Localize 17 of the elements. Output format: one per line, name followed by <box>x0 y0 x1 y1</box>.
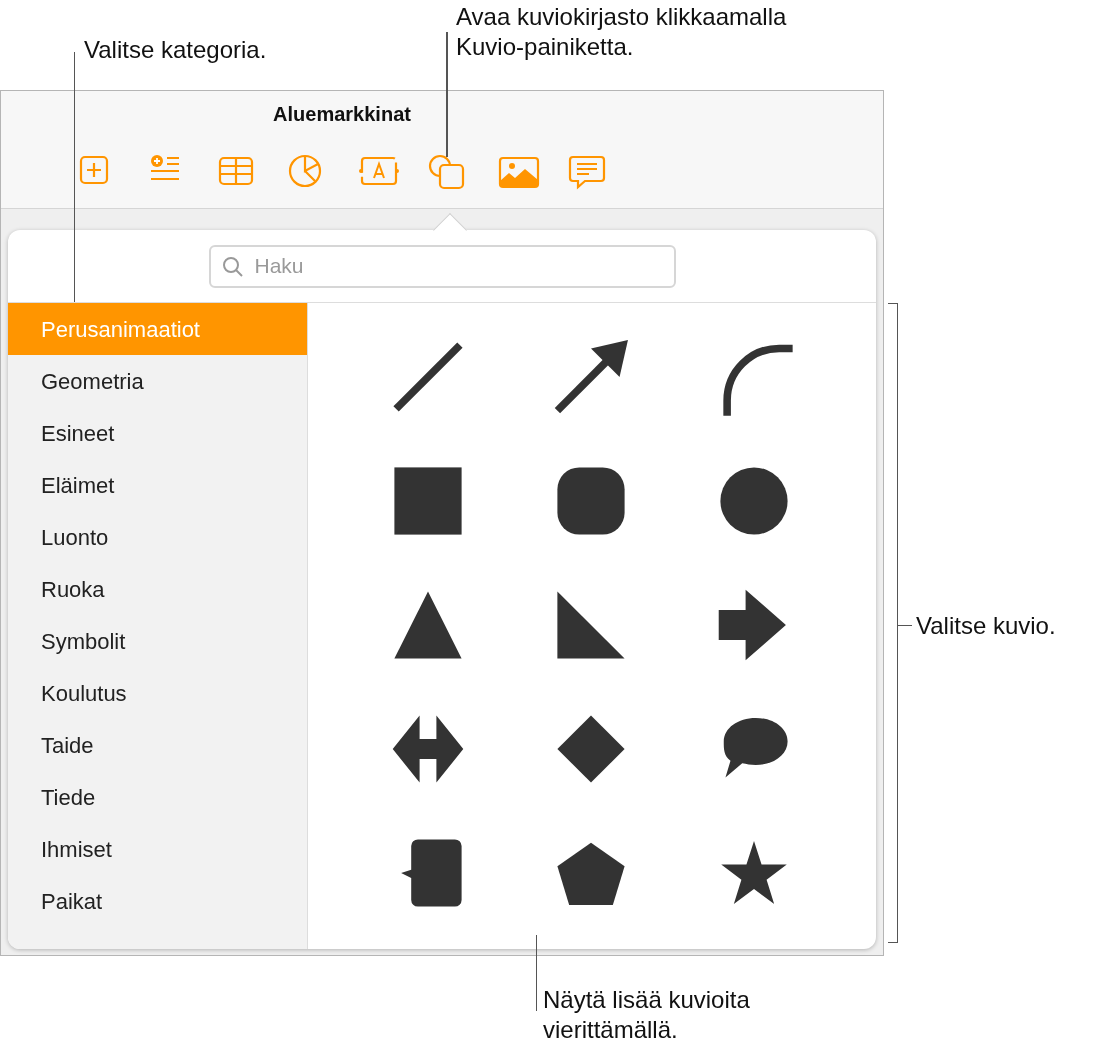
category-item[interactable]: Taide <box>8 719 307 771</box>
category-item[interactable]: Esineet <box>8 407 307 459</box>
category-item[interactable]: Paikat <box>8 875 307 927</box>
category-item[interactable]: Ihmiset <box>8 823 307 875</box>
callout-text: Valitse kategoria. <box>84 35 268 65</box>
search-field[interactable]: Haku <box>208 244 676 288</box>
callout-text: Näytä lisää kuvioita vierittämällä. <box>543 985 751 1045</box>
category-item[interactable]: Tiede <box>8 771 307 823</box>
window-title: Aluemarkkinat <box>1 91 883 136</box>
callout-text: Valitse kuvio. <box>916 611 1057 641</box>
category-item[interactable]: Koulutus <box>8 667 307 719</box>
callout-text: Avaa kuviokirjasto klikkaamalla Kuvio-painiketta. <box>456 2 788 62</box>
category-item[interactable]: Geometria <box>8 355 307 407</box>
category-item[interactable]: Luonto <box>8 511 307 563</box>
category-item[interactable]: Symbolit <box>8 615 307 667</box>
category-item[interactable]: Ruoka <box>8 563 307 615</box>
category-item[interactable]: Eläimet <box>8 459 307 511</box>
